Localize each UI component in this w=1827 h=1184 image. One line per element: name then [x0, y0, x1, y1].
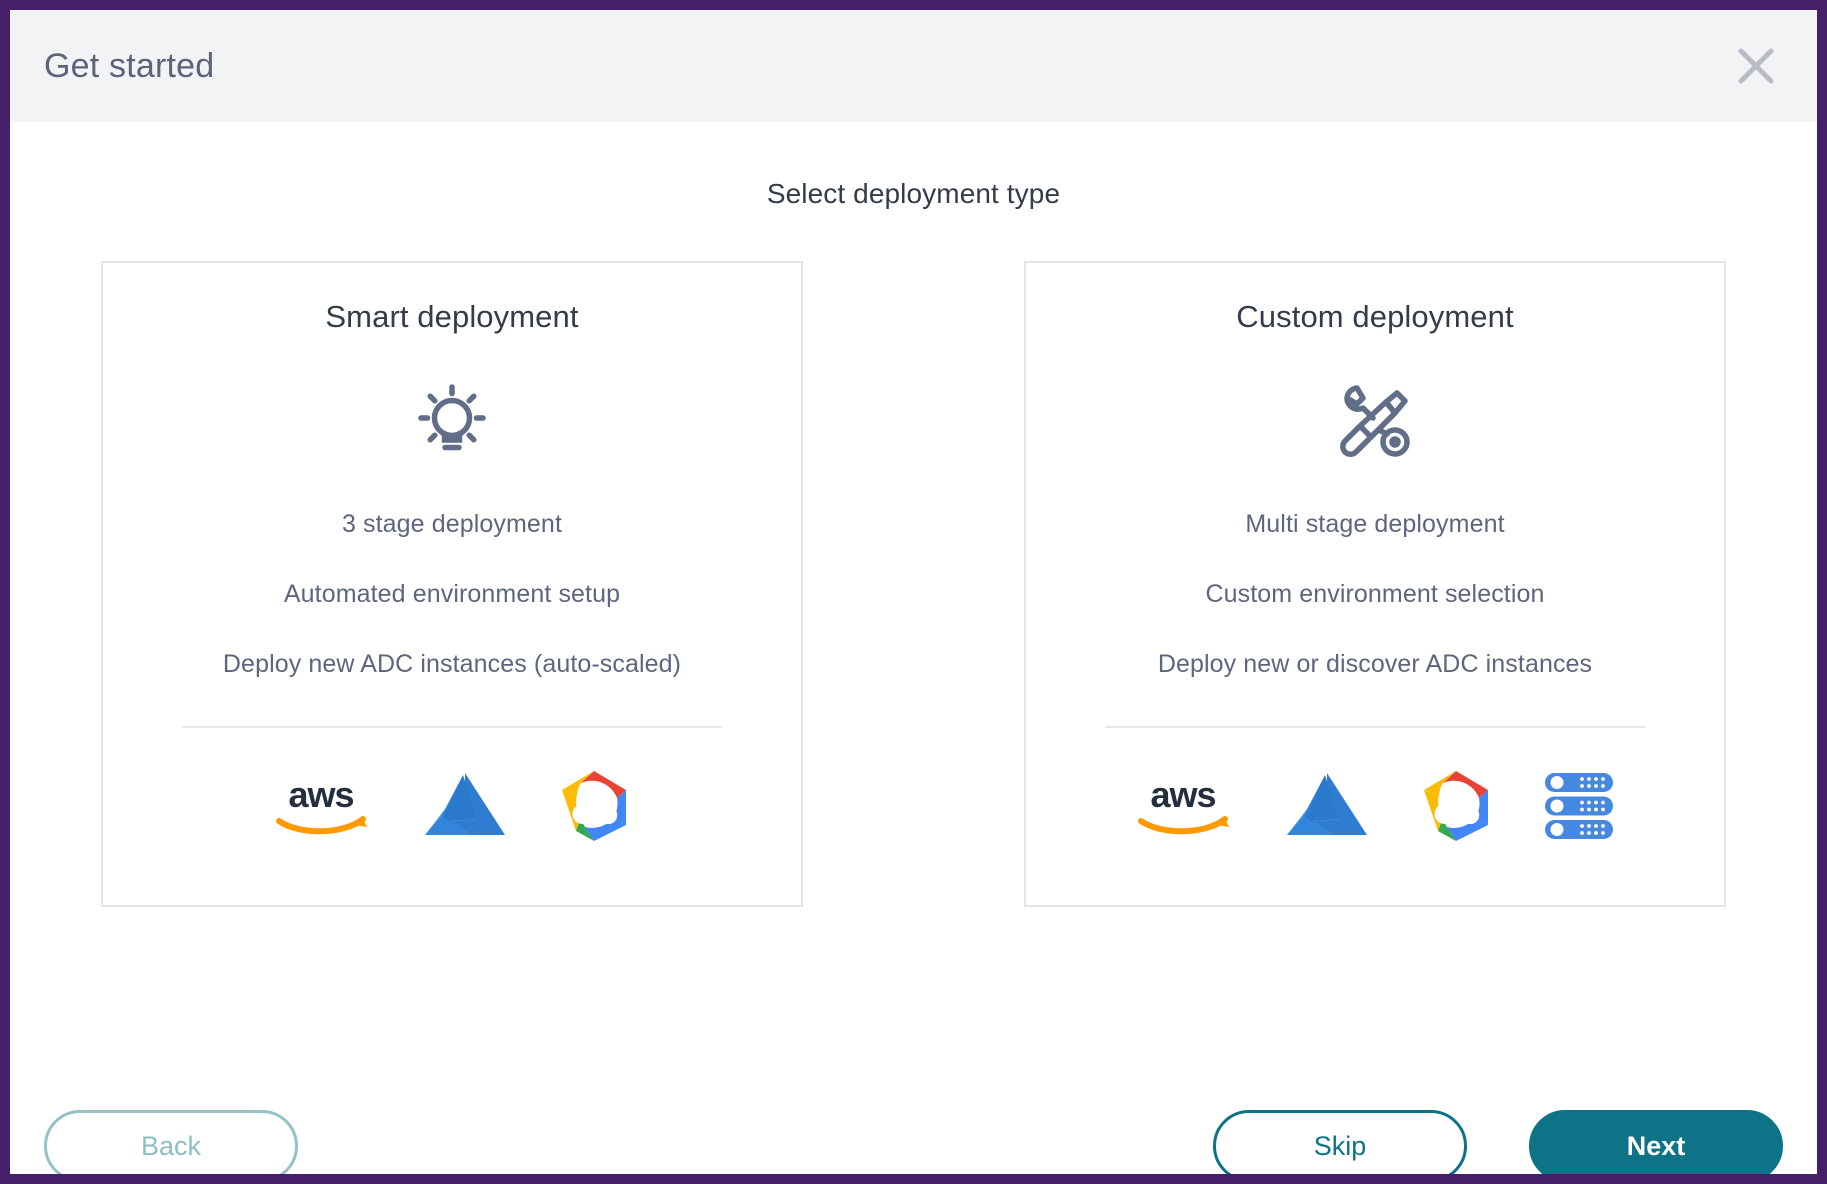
close-icon[interactable] [1725, 35, 1787, 97]
aws-logo: aws [1133, 764, 1237, 848]
custom-deployment-card[interactable]: Custom deployment Multi stage deployment… [1024, 261, 1726, 907]
custom-deployment-title: Custom deployment [1236, 299, 1514, 334]
google-cloud-logo [555, 764, 633, 848]
dialog-window: Get started Select deployment type Smart… [0, 0, 1827, 1184]
svg-text:aws: aws [288, 775, 353, 815]
card-divider [182, 726, 722, 728]
smart-feature-1: 3 stage deployment [341, 510, 562, 538]
on-prem-server-icon [1541, 764, 1617, 848]
section-heading: Select deployment type [766, 178, 1061, 209]
custom-provider-logos: aws [1133, 764, 1617, 848]
aws-logo: aws [271, 764, 375, 848]
smart-deployment-title: Smart deployment [325, 299, 579, 334]
custom-feature-1: Multi stage deployment [1245, 510, 1505, 538]
azure-logo [1283, 764, 1371, 848]
next-button[interactable]: Next [1529, 1110, 1783, 1174]
footer-right-actions: Skip Next [1213, 1110, 1783, 1174]
deployment-cards-row: Smart deployment 3 stage deployment Auto… [44, 261, 1783, 907]
svg-text:aws: aws [1150, 775, 1215, 815]
page-title: Get started [44, 46, 215, 85]
skip-button[interactable]: Skip [1213, 1110, 1467, 1174]
custom-feature-2: Custom environment selection [1205, 580, 1545, 608]
google-cloud-logo [1417, 764, 1495, 848]
smart-feature-3: Deploy new ADC instances (auto-scaled) [222, 650, 682, 678]
custom-feature-3: Deploy new or discover ADC instances [1157, 650, 1593, 678]
back-button[interactable]: Back [44, 1110, 298, 1174]
smart-feature-2: Automated environment setup [283, 580, 621, 608]
lightbulb-icon [410, 379, 494, 465]
card-divider [1105, 726, 1645, 728]
wrench-screwdriver-icon [1333, 379, 1417, 465]
smart-deployment-card[interactable]: Smart deployment 3 stage deployment Auto… [101, 261, 803, 907]
dialog-body: Select deployment type Smart deployment [10, 178, 1817, 1174]
dialog-footer: Back Skip Next [44, 1110, 1783, 1174]
azure-logo [421, 764, 509, 848]
smart-provider-logos: aws [271, 764, 633, 848]
dialog-header: Get started [10, 10, 1817, 122]
